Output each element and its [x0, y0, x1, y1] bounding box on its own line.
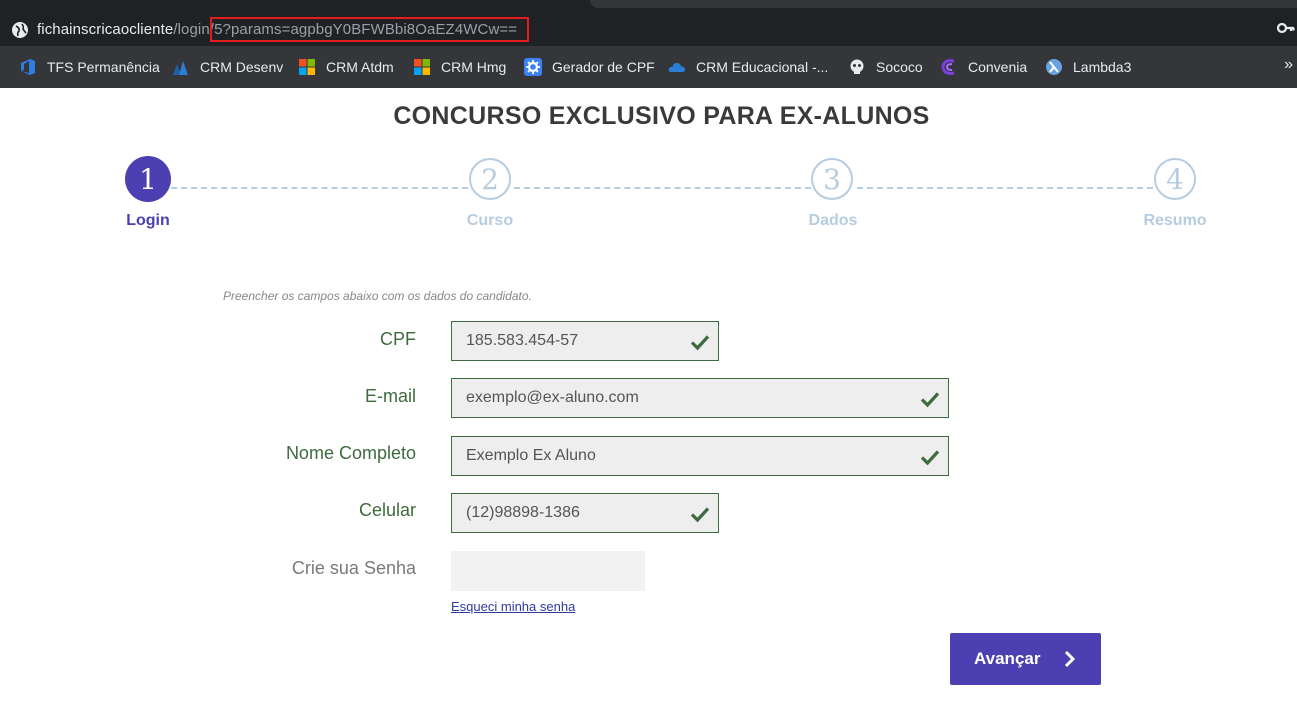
convenia-icon: [940, 58, 958, 76]
bookmark-crm-atdm[interactable]: CRM Atdm: [298, 57, 394, 77]
avancar-button[interactable]: Avançar: [950, 633, 1101, 685]
step-1-label: Login: [126, 212, 170, 229]
step-3-circle: 3: [811, 158, 853, 200]
bookmark-sococo[interactable]: Sococo: [848, 57, 923, 77]
bookmark-tfs[interactable]: TFS Permanência: [19, 57, 160, 77]
step-connector: [171, 187, 468, 189]
bookmark-label: CRM Atdm: [326, 59, 394, 75]
sococo-icon: [848, 58, 866, 76]
bookmark-label: CRM Hmg: [441, 59, 507, 75]
step-1-circle: 1: [125, 156, 171, 202]
url-highlighted-params: 5?params=agpbgY0BFWBbi8OaEZ4WCw==: [210, 17, 530, 42]
senha-field[interactable]: [451, 551, 645, 591]
cpf-label: CPF: [380, 329, 416, 349]
step-4-circle: 4: [1154, 158, 1196, 200]
tab-strip: [0, 0, 1297, 8]
check-icon: [920, 447, 940, 467]
form-hint: Preencher os campos abaixo com os dados …: [223, 289, 532, 303]
chevron-right-icon: [1063, 650, 1077, 673]
address-bar[interactable]: fichainscricaocliente/login/5?params=agp…: [0, 8, 1297, 46]
celular-label: Celular: [358, 500, 416, 520]
microsoft-icon: [298, 58, 316, 76]
senha-label: Crie sua Senha: [291, 558, 416, 578]
url-host: fichainscricaocliente: [37, 21, 174, 38]
email-field[interactable]: exemplo@ex-aluno.com: [451, 378, 949, 418]
bookmark-label: Convenia: [968, 59, 1028, 75]
nome-value: Exemplo Ex Aluno: [466, 447, 596, 464]
lambda3-icon: [1045, 58, 1063, 76]
dynamics-icon: [172, 58, 190, 76]
bookmark-gerador-cpf[interactable]: Gerador de CPF: [524, 57, 655, 77]
bookmark-label: CRM Educacional -...: [696, 59, 829, 75]
page-title: CONCURSO EXCLUSIVO PARA EX-ALUNOS: [393, 102, 930, 130]
page-content: CONCURSO EXCLUSIVO PARA EX-ALUNOS 1 2 3 …: [0, 88, 1297, 726]
step-2-circle: 2: [469, 158, 511, 200]
nome-completo-field[interactable]: Exemplo Ex Aluno: [451, 436, 949, 476]
bookmarks-overflow-icon[interactable]: »: [1284, 56, 1293, 74]
step-connector: [514, 187, 811, 189]
bookmark-label: Gerador de CPF: [552, 59, 655, 75]
email-label: E-mail: [364, 386, 416, 406]
bookmark-label: Sococo: [876, 59, 923, 75]
step-2-label: Curso: [466, 212, 514, 229]
cpf-value: 185.583.454-57: [466, 332, 579, 349]
microsoft-icon: [413, 58, 431, 76]
cloud-icon: [668, 58, 686, 76]
check-icon: [690, 504, 710, 524]
bookmark-crm-desenv[interactable]: CRM Desenv: [172, 57, 283, 77]
globe-icon: [11, 21, 29, 44]
step-4-label: Resumo: [1143, 212, 1207, 229]
check-icon: [920, 389, 940, 409]
celular-value: (12)98898-1386: [466, 504, 580, 521]
bookmark-label: CRM Desenv: [200, 59, 284, 75]
bookmark-label: Lambda3: [1073, 59, 1132, 75]
step-connector: [857, 187, 1153, 189]
tab-strip-edge: [590, 0, 1297, 8]
key-icon[interactable]: [1276, 20, 1295, 41]
bookmarks-bar: TFS Permanência CRM Desenv CRM Atdm CRM …: [0, 46, 1297, 88]
bookmark-convenia[interactable]: Convenia: [940, 57, 1027, 77]
url-text[interactable]: fichainscricaocliente/login/5?params=agp…: [37, 17, 530, 42]
nome-label: Nome Completo: [285, 443, 416, 463]
cpf-field[interactable]: 185.583.454-57: [451, 321, 719, 361]
avancar-label: Avançar: [974, 649, 1041, 668]
bookmark-lambda3[interactable]: Lambda3: [1045, 57, 1131, 77]
email-value: exemplo@ex-aluno.com: [466, 389, 639, 406]
azure-devops-icon: [19, 58, 37, 76]
step-3-label: Dados: [808, 212, 858, 229]
celular-field[interactable]: (12)98898-1386: [451, 493, 719, 533]
bookmark-crm-educacional[interactable]: CRM Educacional -...: [668, 57, 828, 77]
check-icon: [690, 332, 710, 352]
forgot-password-link[interactable]: Esqueci minha senha: [451, 599, 575, 614]
bookmark-label: TFS Permanência: [47, 59, 160, 75]
gear-icon: [524, 58, 542, 76]
bookmark-crm-hmg[interactable]: CRM Hmg: [413, 57, 506, 77]
url-path: /login/: [173, 21, 215, 38]
